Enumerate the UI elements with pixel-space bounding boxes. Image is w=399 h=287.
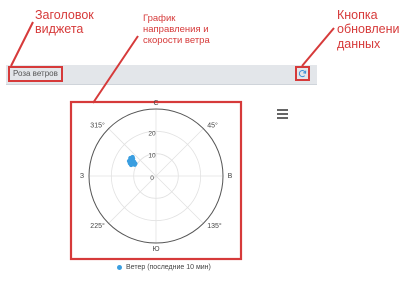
annotation-widget-title: Заголовок виджета — [35, 8, 94, 37]
direction-label-s: Ю — [152, 246, 159, 253]
angle-label: 225° — [90, 222, 105, 230]
annotation-refresh: Кнопка обновления данных — [337, 8, 399, 51]
annotation-line: виджета — [35, 22, 84, 37]
annotation-chart: График направления и скорости ветра — [143, 13, 210, 47]
direction-label-n: С — [153, 100, 158, 107]
grid-spoke — [108, 175, 157, 224]
direction-label-w: З — [80, 173, 84, 180]
annotation-line: Заголовок — [35, 8, 94, 22]
radial-tick-label: 0 — [150, 175, 154, 182]
legend-label: Ветер (последние 10 мин) — [126, 264, 211, 271]
angle-label: 315° — [90, 122, 105, 130]
wind-data-point[interactable] — [133, 161, 138, 166]
wind-data-point[interactable] — [127, 161, 133, 166]
chart-legend-item[interactable]: Ветер (последние 10 мин) — [117, 264, 211, 271]
annotation-line: обновления — [337, 22, 399, 37]
radial-tick-label: 10 — [148, 153, 156, 160]
grid-spoke — [155, 175, 204, 224]
annotation-line: Кнопка — [337, 8, 378, 22]
direction-label-e: В — [228, 173, 233, 180]
grid-spoke — [155, 128, 204, 177]
annotation-line: данных — [337, 36, 381, 51]
angle-label: 135° — [207, 222, 222, 230]
legend-marker — [117, 265, 122, 270]
radial-tick-label: 20 — [148, 130, 156, 137]
annotation-line: скорости ветра — [143, 34, 210, 46]
angle-label: 45° — [207, 122, 218, 130]
